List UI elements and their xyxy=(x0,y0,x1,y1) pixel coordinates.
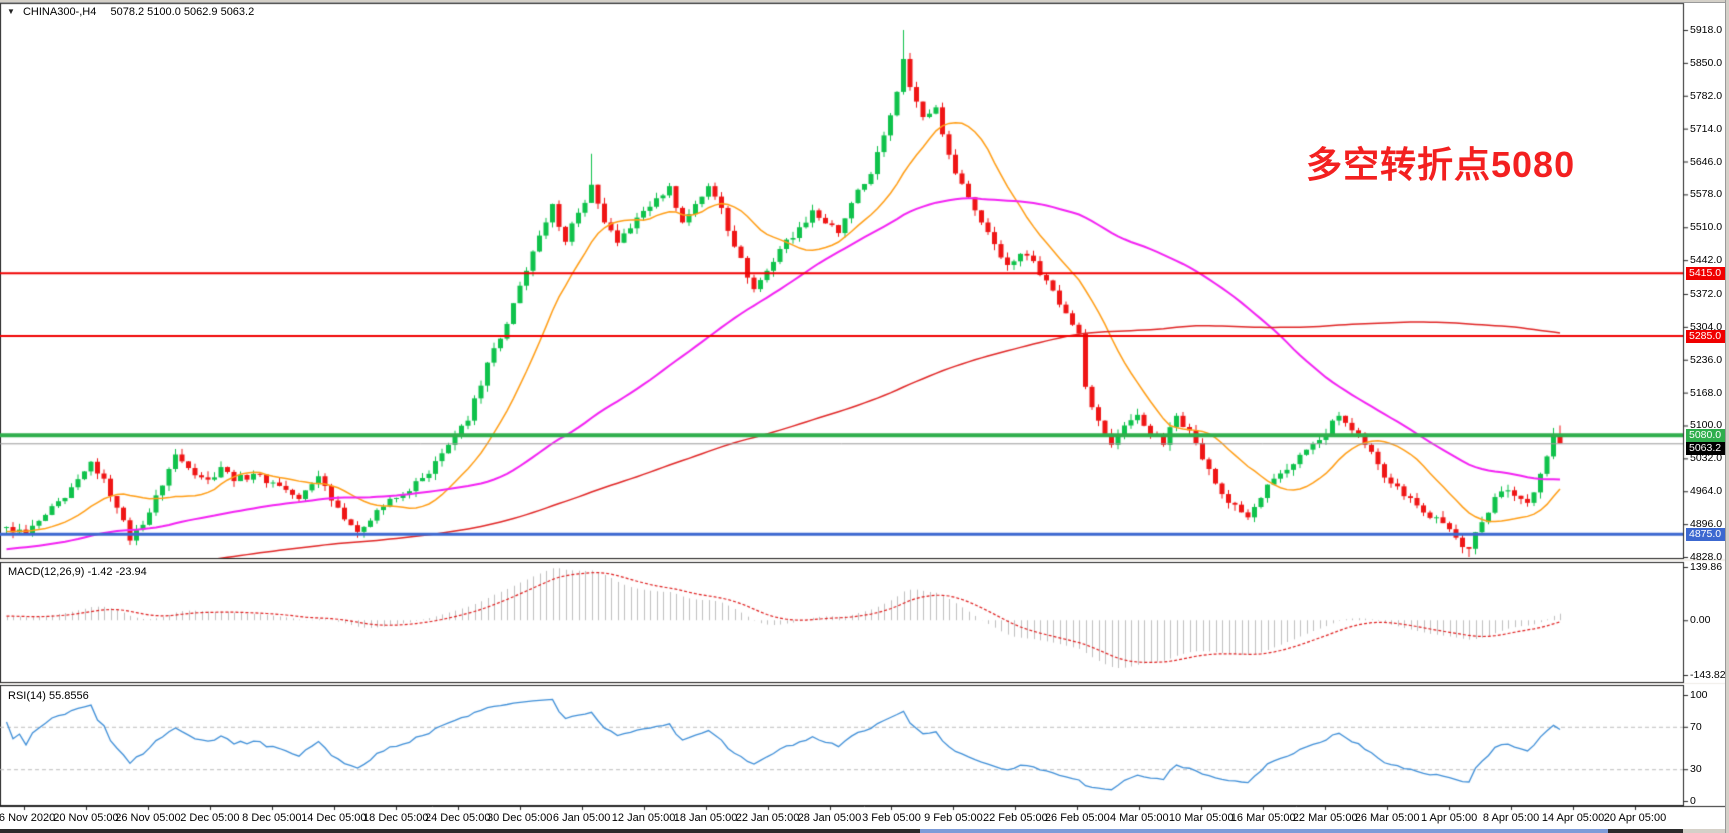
time-axis-label: 22 Jan 05:00 xyxy=(736,812,800,824)
price-tick-label: 5372.0 xyxy=(1690,288,1722,300)
time-axis-label: 16 Mar 05:00 xyxy=(1231,812,1296,824)
time-axis-label: 14 Apr 05:00 xyxy=(1542,812,1604,824)
rsi-tick-label: 70 xyxy=(1690,721,1702,733)
time-axis-label: 20 Nov 05:00 xyxy=(53,812,118,824)
time-axis-label: 18 Dec 05:00 xyxy=(363,812,428,824)
price-chart-canvas[interactable] xyxy=(0,0,1729,833)
rsi-tick-label: 30 xyxy=(1690,763,1702,775)
macd-indicator-label: MACD(12,26,9) -1.42 -23.94 xyxy=(8,566,147,578)
level-price-badge: 5415.0 xyxy=(1686,267,1726,280)
horizontal-scrollbar[interactable] xyxy=(0,829,1683,833)
price-tick-label: 5646.0 xyxy=(1690,156,1722,168)
time-axis-label: 22 Feb 05:00 xyxy=(983,812,1048,824)
time-axis-label: 22 Mar 05:00 xyxy=(1293,812,1358,824)
level-price-badge: 5080.0 xyxy=(1686,429,1726,442)
time-axis-label: 18 Jan 05:00 xyxy=(674,812,738,824)
time-axis-label: 1 Apr 05:00 xyxy=(1421,812,1477,824)
time-axis-label: 4 Mar 05:00 xyxy=(1110,812,1169,824)
price-tick-label: 5236.0 xyxy=(1690,354,1722,366)
rsi-indicator-label: RSI(14) 55.8556 xyxy=(8,690,89,702)
price-tick-label: 5442.0 xyxy=(1690,254,1722,266)
level-price-badge: 5285.0 xyxy=(1686,330,1726,343)
price-tick-label: 4964.0 xyxy=(1690,485,1722,497)
chart-title: ▼ CHINA300-,H4 5078.2 5100.0 5062.9 5063… xyxy=(7,6,254,18)
rsi-tick-label: 0 xyxy=(1690,795,1696,807)
time-axis-label: 8 Dec 05:00 xyxy=(242,812,301,824)
macd-tick-label: 0.00 xyxy=(1690,614,1710,626)
time-axis-label: 12 Jan 05:00 xyxy=(612,812,676,824)
time-axis-label: 26 Nov 05:00 xyxy=(115,812,180,824)
time-axis-label: 10 Mar 05:00 xyxy=(1169,812,1234,824)
price-tick-label: 5918.0 xyxy=(1690,24,1722,36)
price-tick-label: 5168.0 xyxy=(1690,387,1722,399)
time-axis-label: 20 Apr 05:00 xyxy=(1604,812,1666,824)
price-tick-label: 5782.0 xyxy=(1690,90,1722,102)
price-tick-label: 5578.0 xyxy=(1690,188,1722,200)
time-axis-label: 16 Nov 2020 xyxy=(0,812,55,824)
rsi-tick-label: 100 xyxy=(1690,689,1708,701)
time-axis-label: 26 Mar 05:00 xyxy=(1355,812,1420,824)
collapse-triangle-icon[interactable]: ▼ xyxy=(7,7,15,16)
price-tick-label: 5714.0 xyxy=(1690,123,1722,135)
chart-annotation-text: 多空转折点5080 xyxy=(1306,136,1575,188)
time-axis-label: 14 Dec 05:00 xyxy=(301,812,366,824)
macd-tick-label: -143.82 xyxy=(1690,669,1726,681)
time-axis-label: 6 Jan 05:00 xyxy=(553,812,611,824)
ohlc-quote-label: 5078.2 5100.0 5062.9 5063.2 xyxy=(110,6,254,18)
window-right-edge xyxy=(1725,0,1729,833)
scrollbar-thumb[interactable] xyxy=(920,829,1608,833)
scrollbar-corner xyxy=(1683,829,1729,833)
window-top-edge xyxy=(0,0,1729,3)
price-tick-label: 5510.0 xyxy=(1690,221,1722,233)
time-axis-label: 26 Feb 05:00 xyxy=(1045,812,1110,824)
symbol-timeframe-label: CHINA300-,H4 xyxy=(23,6,96,18)
macd-tick-label: 139.86 xyxy=(1690,561,1722,573)
time-axis-label: 28 Jan 05:00 xyxy=(798,812,862,824)
price-tick-label: 5850.0 xyxy=(1690,57,1722,69)
level-price-badge: 4875.0 xyxy=(1686,528,1726,541)
time-axis-label: 2 Dec 05:00 xyxy=(180,812,239,824)
time-axis-label: 8 Apr 05:00 xyxy=(1483,812,1539,824)
time-axis-label: 24 Dec 05:00 xyxy=(425,812,490,824)
time-axis-label: 30 Dec 05:00 xyxy=(487,812,552,824)
time-axis-label: 3 Feb 05:00 xyxy=(862,812,921,824)
time-axis-label: 9 Feb 05:00 xyxy=(924,812,983,824)
current-price-badge: 5063.2 xyxy=(1686,442,1726,455)
